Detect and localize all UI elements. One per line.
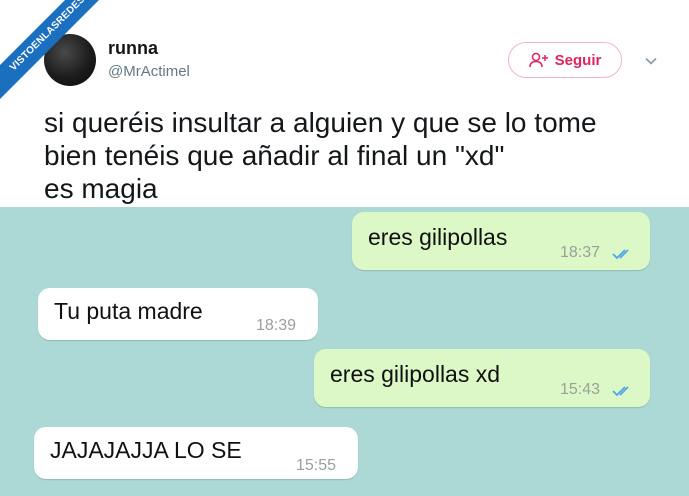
outgoing-message[interactable]: eres gilipollas 18:37 — [352, 212, 650, 270]
tweet-line: bien tenéis que añadir al final un "xd" — [44, 140, 505, 171]
chevron-down-icon[interactable] — [644, 54, 658, 68]
message-time: 15:43 — [560, 381, 601, 398]
tweet-card: runna @MrActimel Seguir si queréis insul… — [0, 0, 689, 207]
incoming-message[interactable]: JAJAJAJJA LO SE 15:55 — [34, 427, 358, 479]
message-text: Tu puta madre — [54, 298, 203, 324]
add-user-icon — [528, 52, 548, 68]
tweet-line: es magia — [44, 173, 158, 204]
follow-button[interactable]: Seguir — [508, 42, 622, 78]
user-handle[interactable]: @MrActimel — [108, 63, 190, 80]
tweet-line: si queréis insultar a alguien y que se l… — [44, 107, 597, 138]
message-time: 15:55 — [296, 457, 337, 474]
incoming-message[interactable]: Tu puta madre 18:39 — [38, 288, 318, 340]
message-time: 18:37 — [560, 244, 601, 261]
outgoing-message[interactable]: eres gilipollas xd 15:43 — [314, 349, 650, 407]
tweet-text: si queréis insultar a alguien y que se l… — [44, 106, 674, 205]
user-name[interactable]: runna — [108, 38, 158, 59]
message-text: eres gilipollas xd — [330, 361, 501, 387]
double-check-icon — [612, 386, 629, 397]
follow-label: Seguir — [554, 51, 602, 69]
message-text: eres gilipollas — [368, 224, 508, 250]
message-text: JAJAJAJJA LO SE — [50, 437, 242, 463]
message-time: 18:39 — [256, 317, 297, 334]
double-check-icon — [612, 249, 629, 260]
chat-conversation: eres gilipollas 18:37 Tu puta madre 18:3… — [0, 207, 689, 496]
